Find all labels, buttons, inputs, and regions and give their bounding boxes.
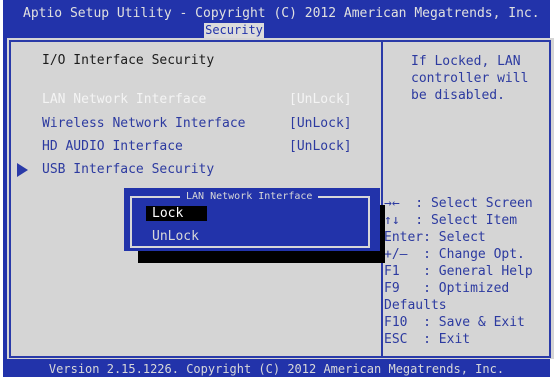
app-title: Aptio Setup Utility - Copyright (C) 2012…	[23, 6, 540, 21]
hd-audio-interface-value[interactable]: [UnLock]	[289, 139, 352, 154]
panel-divider	[381, 40, 383, 358]
section-title: I/O Interface Security	[42, 53, 215, 68]
footer-version: Version 2.15.1226. Copyright (C) 2012 Am…	[48, 362, 505, 376]
popup-title: LAN Network Interface	[180, 190, 319, 204]
tab-security[interactable]: Security	[204, 23, 264, 38]
lan-network-interface-value[interactable]: [UnLock]	[289, 92, 352, 107]
wireless-network-interface-value[interactable]: [UnLock]	[289, 116, 352, 131]
help-text: If Locked, LAN controller will be disabl…	[411, 54, 529, 103]
submenu-arrow-icon	[17, 163, 28, 177]
lan-network-interface-item[interactable]: LAN Network Interface	[42, 92, 206, 107]
popup-option-lock[interactable]: Lock	[146, 206, 207, 221]
hd-audio-interface-item[interactable]: HD AUDIO Interface	[42, 139, 183, 154]
popup-option-unlock[interactable]: UnLock	[146, 229, 207, 244]
usb-interface-security-item[interactable]: USB Interface Security	[42, 162, 214, 177]
key-legend: →← : Select Screen ↑↓ : Select Item Ente…	[384, 196, 533, 347]
wireless-network-interface-item[interactable]: Wireless Network Interface	[42, 116, 246, 131]
